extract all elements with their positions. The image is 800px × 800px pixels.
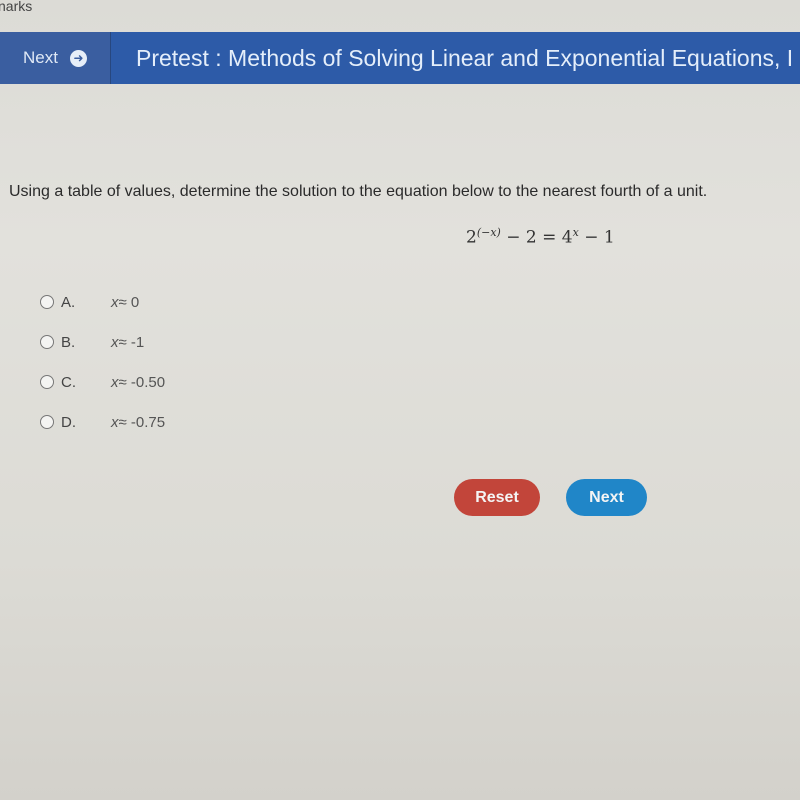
header-next-button[interactable]: Next ➜	[0, 32, 111, 84]
option-variable: x	[111, 413, 119, 431]
option-c[interactable]: C. x≈ -0.50	[40, 362, 165, 402]
option-text: x≈ 0	[111, 294, 139, 311]
next-button[interactable]: Next	[566, 479, 647, 516]
radio-button[interactable]	[40, 335, 54, 349]
header-next-label: Next	[23, 48, 58, 67]
equation-rhs-rest: − 1	[578, 227, 615, 248]
radio-button[interactable]	[40, 375, 54, 389]
page-title: Pretest : Methods of Solving Linear and …	[136, 44, 794, 71]
option-value: ≈ -0.50	[118, 373, 166, 391]
option-letter: B.	[61, 333, 76, 351]
option-value: ≈ -0.75	[118, 413, 166, 431]
option-d[interactable]: D. x≈ -0.75	[40, 402, 165, 442]
top-navigation-bar: Next ➜ Pretest : Methods of Solving Line…	[0, 32, 800, 84]
equation-lhs-base: 2	[466, 227, 477, 248]
arrow-circle-right-icon: ➜	[69, 49, 87, 67]
equation-rhs-base: 4	[561, 227, 573, 248]
bookmarks-bar-label[interactable]: narks	[0, 0, 32, 14]
option-text: x≈ -0.75	[111, 414, 165, 431]
option-letter: C.	[61, 373, 76, 391]
option-variable: x	[111, 333, 119, 351]
option-letter: D.	[61, 413, 76, 431]
equation-lhs-exponent: (−x)	[476, 226, 501, 239]
option-variable: x	[111, 293, 119, 311]
question-prompt: Using a table of values, determine the s…	[9, 183, 708, 200]
option-value: ≈ 0	[118, 293, 140, 311]
option-text: x≈ -1	[111, 334, 144, 351]
option-a[interactable]: A. x≈ 0	[40, 282, 165, 322]
reset-button[interactable]: Reset	[454, 479, 540, 516]
option-letter: A.	[61, 293, 76, 311]
radio-button[interactable]	[40, 415, 54, 429]
option-b[interactable]: B. x≈ -1	[40, 322, 165, 362]
option-text: x≈ -0.50	[111, 374, 165, 391]
radio-button[interactable]	[40, 295, 54, 309]
equation-lhs-rest: − 2 =	[500, 227, 562, 248]
answer-options: A. x≈ 0 B. x≈ -1 C. x≈ -0.50 D. x≈ -0.75	[40, 282, 165, 442]
option-value: ≈ -1	[118, 333, 145, 351]
option-variable: x	[111, 373, 119, 391]
equation: 2(−x) − 2 = 4x − 1	[466, 226, 615, 248]
